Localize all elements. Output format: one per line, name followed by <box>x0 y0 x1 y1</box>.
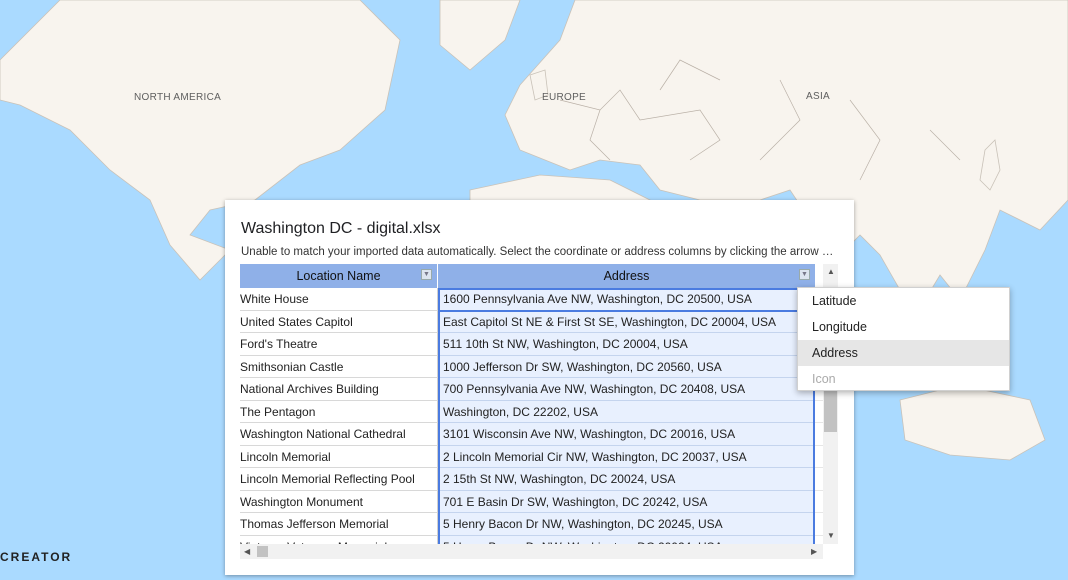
column-header-location-name[interactable]: Location Name ▼ <box>240 264 438 288</box>
creator-watermark: CREATOR <box>0 550 73 564</box>
map-label-europe: EUROPE <box>542 92 587 103</box>
table-row[interactable]: The Pentagon Washington, DC 22202, USA <box>240 400 823 423</box>
cell-address[interactable]: 511 10th St NW, Washington, DC 20004, US… <box>438 333 815 356</box>
column-header-label: Address <box>603 269 650 283</box>
scroll-left-icon[interactable]: ◀ <box>244 547 250 556</box>
cell-address[interactable]: 700 Pennsylvania Ave NW, Washington, DC … <box>438 378 815 401</box>
table-row[interactable]: Thomas Jefferson Memorial 5 Henry Bacon D… <box>240 513 823 536</box>
dialog-instructions: Unable to match your imported data autom… <box>241 246 836 258</box>
cell-location-name[interactable]: Lincoln Memorial <box>240 445 438 468</box>
horizontal-scrollbar[interactable]: ◀ ▶ <box>240 544 823 559</box>
cell-address[interactable]: East Capitol St NE & First St SE, Washin… <box>438 310 815 333</box>
cell-location-name[interactable]: White House <box>240 288 438 311</box>
data-preview-table: Location Name ▼ Address ▼ White House 160… <box>240 264 838 559</box>
scroll-down-icon[interactable]: ▼ <box>827 531 835 540</box>
cell-location-name[interactable]: National Archives Building <box>240 378 438 401</box>
cell-location-name[interactable]: United States Capitol <box>240 310 438 333</box>
table-row[interactable]: Ford's Theatre 511 10th St NW, Washington… <box>240 333 823 356</box>
table-row[interactable]: Lincoln Memorial 2 Lincoln Memorial Cir N… <box>240 445 823 468</box>
column-header-label: Location Name <box>296 269 381 283</box>
chevron-down-icon: ▼ <box>423 271 430 278</box>
column-type-dropdown-button[interactable]: ▼ <box>799 269 810 280</box>
menu-item-latitude[interactable]: Latitude <box>798 288 1009 314</box>
cell-location-name[interactable]: Ford's Theatre <box>240 333 438 356</box>
cell-address[interactable]: 2 Lincoln Memorial Cir NW, Washington, D… <box>438 445 815 468</box>
cell-overflow <box>815 513 823 536</box>
table-row[interactable]: Washington National Cathedral 3101 Wiscon… <box>240 423 823 446</box>
map-label-north-america: NORTH AMERICA <box>134 92 222 103</box>
cell-location-name[interactable]: The Pentagon <box>240 400 438 423</box>
cell-location-name[interactable]: Washington Monument <box>240 490 438 513</box>
cell-address[interactable]: 5 Henry Bacon Dr NW, Washington, DC 2024… <box>438 513 815 536</box>
table-row[interactable]: Lincoln Memorial Reflecting Pool 2 15th S… <box>240 468 823 491</box>
table-row[interactable]: Washington Monument 701 E Basin Dr SW, Wa… <box>240 490 823 513</box>
table-row[interactable]: National Archives Building 700 Pennsylvan… <box>240 378 823 401</box>
column-type-dropdown-button[interactable]: ▼ <box>421 269 432 280</box>
cell-address[interactable]: 701 E Basin Dr SW, Washington, DC 20242,… <box>438 490 815 513</box>
cell-address[interactable]: 2 15th St NW, Washington, DC 20024, USA <box>438 468 815 491</box>
cell-overflow <box>815 423 823 446</box>
cell-address[interactable]: 1000 Jefferson Dr SW, Washington, DC 205… <box>438 355 815 378</box>
cell-address[interactable]: 1600 Pennsylvania Ave NW, Washington, DC… <box>438 288 815 311</box>
scrollbar-thumb[interactable] <box>257 546 268 557</box>
table-row[interactable]: White House 1600 Pennsylvania Ave NW, Was… <box>240 288 823 311</box>
cell-address[interactable]: Washington, DC 22202, USA <box>438 400 815 423</box>
cell-location-name[interactable]: Washington National Cathedral <box>240 423 438 446</box>
import-dialog: Washington DC - digital.xlsx Unable to m… <box>225 200 854 575</box>
menu-item-longitude[interactable]: Longitude <box>798 314 1009 340</box>
table-row[interactable]: United States Capitol East Capitol St NE … <box>240 310 823 333</box>
menu-item-address[interactable]: Address <box>798 340 1009 366</box>
column-header-spacer <box>815 264 823 288</box>
dialog-title: Washington DC - digital.xlsx <box>241 220 441 237</box>
scroll-up-icon[interactable]: ▲ <box>827 267 835 276</box>
chevron-down-icon: ▼ <box>801 271 808 278</box>
menu-item-icon: Icon <box>812 372 836 386</box>
map-label-asia: ASIA <box>806 91 830 102</box>
cell-location-name[interactable]: Thomas Jefferson Memorial <box>240 513 438 536</box>
cell-location-name[interactable]: Smithsonian Castle <box>240 355 438 378</box>
cell-location-name[interactable]: Lincoln Memorial Reflecting Pool <box>240 468 438 491</box>
scroll-right-icon[interactable]: ▶ <box>811 547 817 556</box>
column-type-menu: Latitude Longitude Address Icon <box>797 287 1010 391</box>
table-row[interactable]: Smithsonian Castle 1000 Jefferson Dr SW, … <box>240 355 823 378</box>
cell-address[interactable]: 3101 Wisconsin Ave NW, Washington, DC 20… <box>438 423 815 446</box>
cell-overflow <box>815 468 823 491</box>
column-header-address[interactable]: Address ▼ <box>438 264 815 288</box>
cell-overflow <box>815 400 823 423</box>
cell-overflow <box>815 490 823 513</box>
cell-overflow <box>815 445 823 468</box>
